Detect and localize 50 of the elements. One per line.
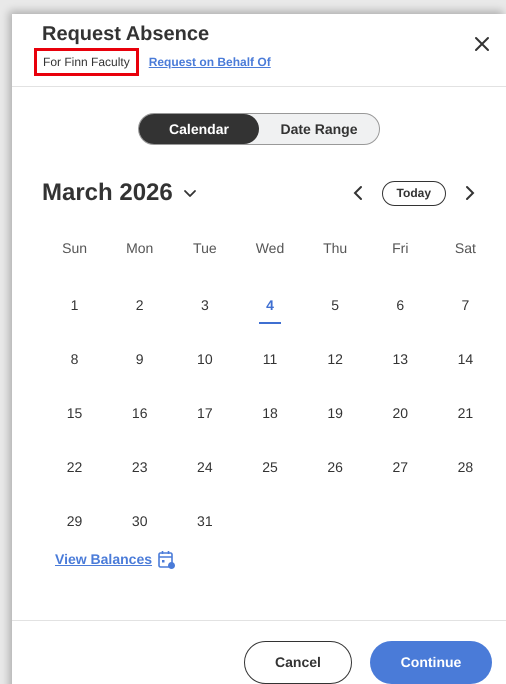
close-icon — [474, 36, 490, 52]
behalf-link[interactable]: Request on Behalf Of — [148, 53, 271, 71]
dialog-title: Request Absence — [42, 22, 210, 46]
calendar-day[interactable]: 25 — [252, 449, 288, 495]
calendar-day[interactable]: 15 — [56, 395, 93, 441]
weekday-label: Sat — [454, 238, 476, 258]
calendar-info-icon — [158, 550, 176, 570]
calendar-day[interactable]: 20 — [382, 395, 418, 441]
month-title: March 2026 — [42, 178, 173, 208]
weekday-label: Wed — [256, 238, 284, 258]
weekday-label: Thu — [323, 238, 348, 258]
calendar-day[interactable]: 24 — [186, 449, 223, 495]
calendar-day[interactable]: 13 — [382, 341, 418, 387]
calendar-day[interactable]: 3 — [186, 287, 223, 333]
continue-button[interactable]: Continue — [370, 641, 492, 684]
calendar-day[interactable]: 21 — [447, 395, 484, 441]
calendar-day[interactable]: 9 — [122, 341, 158, 387]
calendar-day[interactable]: 29 — [56, 503, 93, 549]
calendar-day[interactable]: 5 — [317, 287, 354, 333]
calendar-day[interactable]: 23 — [122, 449, 158, 495]
calendar-day[interactable]: 22 — [56, 449, 93, 495]
calendar-day[interactable]: 18 — [252, 395, 288, 441]
calendar-day[interactable]: 7 — [447, 287, 484, 333]
calendar-day[interactable]: 10 — [186, 341, 223, 387]
weekday-label: Tue — [193, 238, 217, 258]
calendar-day[interactable]: 31 — [186, 503, 223, 549]
calendar-day[interactable]: 11 — [252, 341, 288, 387]
view-tab[interactable]: Calendar — [139, 114, 259, 144]
calendar-day[interactable]: 6 — [382, 287, 418, 333]
view-balances-link[interactable]: View Balances — [55, 549, 152, 570]
calendar-day[interactable]: 4 — [252, 287, 288, 333]
calendar-day[interactable]: 30 — [122, 503, 158, 549]
calendar-day[interactable]: 28 — [447, 449, 484, 495]
calendar-day[interactable]: 2 — [122, 287, 158, 333]
calendar-day[interactable]: 17 — [186, 395, 223, 441]
calendar-day[interactable]: 26 — [317, 449, 354, 495]
weekday-label: Fri — [392, 238, 408, 258]
cancel-button[interactable]: Cancel — [244, 641, 352, 684]
view-tab[interactable]: Date Range — [259, 114, 379, 144]
calendar-day[interactable]: 27 — [382, 449, 418, 495]
calendar-day[interactable]: 14 — [447, 341, 484, 387]
calendar-day[interactable]: 1 — [56, 287, 93, 333]
weekday-label: Sun — [62, 238, 88, 258]
calendar-day[interactable]: 19 — [317, 395, 354, 441]
calendar-day[interactable]: 16 — [122, 395, 158, 441]
weekday-label: Mon — [126, 238, 154, 258]
today-button[interactable]: Today — [382, 180, 446, 206]
calendar-day[interactable]: 12 — [317, 341, 354, 387]
calendar-day[interactable]: 8 — [56, 341, 93, 387]
worker-name: For Finn Faculty — [34, 48, 139, 76]
